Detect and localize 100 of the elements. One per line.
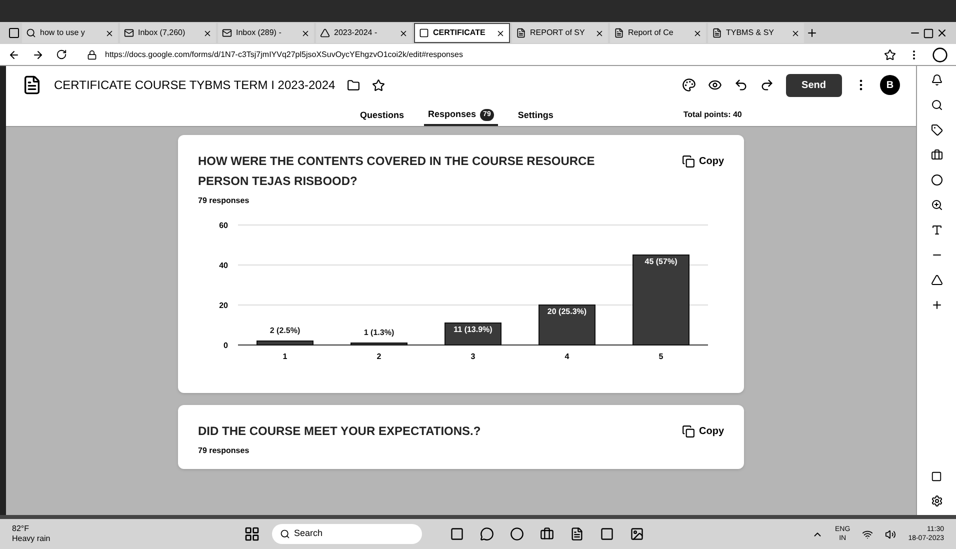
close-icon[interactable] — [301, 28, 310, 38]
maximize-icon[interactable] — [923, 28, 934, 38]
avatar[interactable]: B — [880, 75, 900, 95]
x-tick-label: 4 — [564, 352, 570, 361]
square-icon[interactable] — [931, 471, 942, 482]
browser-tab[interactable]: 2023-2024 - — [316, 23, 412, 43]
browser-tab[interactable]: how to use y — [22, 23, 118, 43]
tab-label: TYBMS & SY — [726, 27, 776, 39]
star-icon[interactable] — [884, 48, 896, 60]
question-title: DID THE COURSE MEET YOUR EXPECTATIONS.? — [198, 423, 481, 440]
triangle-icon[interactable] — [930, 274, 942, 286]
briefcase-icon[interactable] — [540, 527, 554, 541]
square-icon[interactable] — [450, 527, 464, 541]
y-tick-label: 20 — [219, 301, 228, 310]
letter-icon[interactable] — [930, 224, 942, 236]
tab-label: Report of Ce — [628, 27, 674, 39]
briefcase-icon[interactable] — [930, 149, 942, 161]
square-icon[interactable] — [600, 527, 614, 541]
x-tick-label: 5 — [658, 352, 664, 361]
browser-tab[interactable]: Report of Ce — [610, 23, 706, 43]
plus-icon[interactable] — [930, 299, 942, 311]
forward-icon[interactable] — [32, 48, 44, 60]
copy-button[interactable]: Copy — [682, 421, 724, 441]
palette-icon[interactable] — [682, 78, 696, 92]
response-count: 79 responses — [198, 195, 250, 207]
eye-icon[interactable] — [708, 78, 722, 92]
x-tick-label: 3 — [470, 352, 476, 361]
lock-icon — [87, 50, 97, 60]
tab-label: how to use y — [40, 27, 86, 39]
circle-icon[interactable] — [510, 527, 524, 541]
search-icon — [280, 529, 290, 539]
close-icon[interactable] — [399, 28, 408, 38]
browser-tab[interactable]: CERTIFICATE — [414, 23, 510, 43]
bar-value-label: 20 (25.3%) — [547, 307, 587, 316]
mail-icon — [222, 28, 232, 38]
circle-icon[interactable] — [932, 46, 948, 62]
document-icon — [22, 75, 42, 95]
bar-value-label: 1 (1.3%) — [364, 328, 394, 337]
square-icon — [8, 27, 20, 39]
tab-label: REPORT of SY — [530, 27, 586, 39]
start-icon[interactable] — [244, 526, 260, 542]
close-icon[interactable] — [936, 27, 948, 39]
url-text: https://docs.google.com/forms/d/1N7-c3Tsj7jmIYVq27pl5jsoXSuvOycYEhgzvO1coi2k/edit#responses — [105, 48, 463, 60]
square-icon — [419, 28, 429, 38]
close-icon[interactable] — [595, 28, 604, 38]
close-icon[interactable] — [791, 28, 800, 38]
y-tick-label: 0 — [224, 341, 228, 350]
browser-tab[interactable]: TYBMS & SY — [708, 23, 804, 43]
y-tick-label: 40 — [219, 261, 228, 270]
tab-label: Inbox (7,260) — [138, 27, 186, 39]
send-button[interactable]: Send — [786, 74, 842, 96]
triangle-icon — [320, 28, 330, 38]
search-icon[interactable] — [930, 99, 942, 111]
reload-icon[interactable] — [56, 49, 67, 60]
response-count: 79 responses — [198, 445, 250, 457]
form-title: CERTIFICATE COURSE TYBMS TERM I 2023-2024 — [54, 77, 336, 94]
circle-icon[interactable] — [930, 174, 942, 186]
speaker-icon[interactable] — [885, 528, 896, 540]
document-icon — [712, 28, 722, 38]
close-icon[interactable] — [105, 28, 114, 38]
form-tab[interactable]: Settings — [514, 106, 558, 126]
browser-tab[interactable]: REPORT of SY — [512, 23, 608, 43]
folder-icon[interactable] — [347, 78, 360, 92]
bar-value-label: 11 (13.9%) — [454, 325, 492, 334]
image-icon[interactable] — [630, 527, 644, 541]
star-icon[interactable] — [372, 78, 386, 92]
form-tab[interactable]: Questions — [356, 106, 408, 126]
browser-tab[interactable]: Inbox (7,260) — [120, 23, 216, 43]
wifi-icon[interactable] — [862, 528, 874, 540]
document-icon — [516, 28, 526, 38]
tab-label: 2023-2024 - — [334, 27, 378, 39]
redo-icon[interactable] — [760, 78, 774, 92]
undo-icon[interactable] — [734, 78, 748, 92]
document-icon[interactable] — [570, 527, 584, 541]
weather-temperature: 82°F — [12, 524, 30, 534]
x-tick-label: 2 — [376, 352, 382, 361]
zoom-icon[interactable] — [930, 199, 942, 211]
back-icon[interactable] — [8, 48, 20, 60]
copy-button[interactable]: Copy — [682, 151, 724, 171]
y-tick-label: 60 — [219, 221, 228, 230]
search-field[interactable]: Search — [272, 524, 422, 544]
tab-label: CERTIFICATE — [433, 27, 486, 39]
x-tick-label: 1 — [282, 352, 288, 361]
close-icon[interactable] — [203, 28, 212, 38]
bell-icon[interactable] — [930, 74, 942, 86]
document-icon — [614, 28, 624, 38]
search-icon — [26, 28, 36, 38]
weather-text: Heavy rain — [12, 534, 52, 544]
browser-tab[interactable]: Inbox (289) - — [218, 23, 314, 43]
settings-icon[interactable] — [930, 495, 942, 507]
new-tab-icon[interactable] — [806, 27, 818, 39]
close-icon[interactable] — [496, 28, 505, 38]
tag-icon[interactable] — [930, 124, 942, 136]
copy-icon — [682, 154, 695, 168]
tab-label: Inbox (289) - — [236, 27, 282, 39]
total-points: Total points: 40 — [683, 109, 742, 121]
chat-icon[interactable] — [480, 527, 494, 541]
close-icon[interactable] — [693, 28, 702, 38]
bar-value-label: 45 (57%) — [644, 257, 678, 266]
mail-icon — [124, 28, 134, 38]
